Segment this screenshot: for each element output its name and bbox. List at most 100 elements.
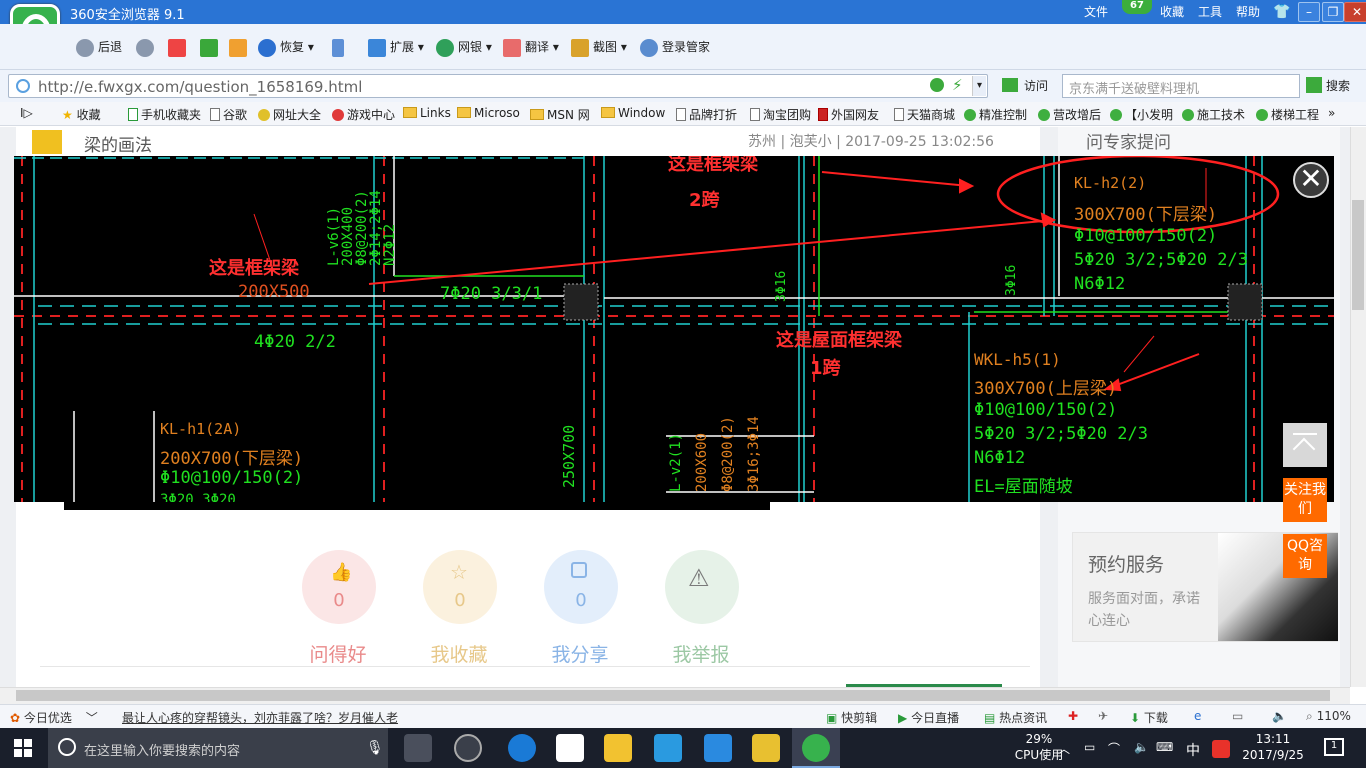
bookmark-tax[interactable]: 营改增后 [1038, 106, 1101, 123]
phone-button[interactable] [332, 36, 348, 58]
battery-icon[interactable]: ▭ [1084, 740, 1095, 754]
notepad-icon[interactable] [752, 734, 780, 762]
qq-consult-button[interactable]: QQ咨询 [1283, 534, 1327, 578]
search-input[interactable]: 京东满千送破壁料理机 [1062, 74, 1300, 98]
minimize-button[interactable]: – [1298, 2, 1320, 22]
browser-360-icon[interactable] [802, 734, 830, 762]
menu-favorites[interactable]: 收藏 [1160, 3, 1184, 20]
home-button[interactable] [229, 36, 251, 58]
notification-icon[interactable]: 1 [1324, 738, 1344, 756]
visit-button[interactable]: 访问 [1002, 77, 1048, 94]
news-headline[interactable]: 最让人心疼的穿帮镜头，刘亦菲露了啥？岁月催人老 [122, 709, 398, 726]
lv2-stirrup: Φ8@200(2) [720, 416, 736, 492]
bookmark-microsoft[interactable]: Microso [457, 106, 520, 120]
bookmark-google[interactable]: 谷歌 [210, 106, 247, 123]
extend-button[interactable]: 扩展 ▾ [368, 36, 424, 58]
store-icon[interactable] [556, 734, 584, 762]
security-icon[interactable] [930, 78, 944, 92]
follow-us-button[interactable]: 关注我们 [1283, 478, 1327, 522]
ie-icon[interactable]: e [1194, 709, 1201, 723]
ime-indicator[interactable]: 中 [1186, 740, 1200, 760]
app-icon-g[interactable] [654, 734, 682, 762]
bookmark-discount[interactable]: 品牌打折 [676, 106, 737, 123]
sidebar-toggle-icon[interactable]: I▷ [20, 106, 33, 120]
menu-help[interactable]: 帮助 [1236, 3, 1260, 20]
cad-drawing-image: 这是框架梁 200X500 7Φ20 3/3/1 4Φ20 2/2 这是框架梁 … [14, 156, 1334, 502]
page-icon [750, 108, 760, 121]
close-image-button[interactable]: ✕ [1293, 162, 1329, 198]
bookmark-taobao[interactable]: 淘宝团购 [750, 106, 811, 123]
share-label: 我分享 [551, 644, 609, 666]
bookmark-sites[interactable]: 网址大全 [258, 106, 321, 123]
quick-cut-button[interactable]: ▣ 快剪辑 [826, 709, 877, 726]
bookmark-invention[interactable]: 【小发明 [1110, 106, 1173, 123]
bookmark-msn[interactable]: MSN 网 [530, 106, 590, 123]
app-icon-2[interactable] [454, 734, 482, 762]
service-title: 预约服务 [1088, 554, 1165, 576]
window-icon[interactable]: ▭ [1232, 709, 1243, 723]
restore-button[interactable]: 恢复 ▾ [258, 36, 314, 58]
login-manager-button[interactable]: 登录管家 [640, 36, 710, 58]
bank-button[interactable]: 网银 ▾ [436, 36, 492, 58]
tray-expand-icon[interactable]: ︿ [1058, 740, 1070, 757]
vertical-scroll-thumb[interactable] [1352, 200, 1364, 310]
bookmark-construction[interactable]: 施工技术 [1182, 106, 1245, 123]
refresh-button[interactable] [200, 36, 222, 58]
stop-button[interactable] [168, 36, 190, 58]
bookmark-tmall[interactable]: 天猫商城 [894, 106, 955, 123]
more-bookmarks-icon[interactable]: » [1328, 106, 1335, 120]
hot-news-button[interactable]: ▤ 热点资讯 [984, 709, 1047, 726]
app-icon-1[interactable] [404, 734, 432, 762]
explorer-icon[interactable] [604, 734, 632, 762]
add-icon[interactable]: ✚ [1068, 709, 1078, 723]
today-picks[interactable]: ✿ 今日优选 ﹀ [10, 709, 98, 726]
bookmark-control[interactable]: 精准控制 [964, 106, 1027, 123]
skin-icon[interactable]: 👕 [1273, 4, 1291, 20]
category-icon [32, 130, 62, 154]
close-window-button[interactable]: ✕ [1344, 2, 1366, 22]
edge-icon[interactable] [508, 734, 536, 762]
speed-icon[interactable]: ⚡ [952, 76, 963, 94]
bookmark-stairs[interactable]: 楼梯工程 [1256, 106, 1319, 123]
clock[interactable]: 13:11 2017/9/25 [1238, 731, 1308, 763]
translate-button[interactable]: 翻译 ▾ [503, 36, 559, 58]
game-icon [332, 109, 344, 121]
page-icon [676, 108, 686, 121]
top-bar-icon [1293, 433, 1317, 435]
url-text[interactable]: http://e.fwxgx.com/question_1658169.html [38, 78, 362, 96]
volume-icon[interactable]: 🔈 [1272, 709, 1287, 723]
live-button[interactable]: ▶ 今日直播 [898, 709, 959, 726]
url-dropdown-icon[interactable]: ▾ [972, 76, 986, 96]
pin-icon[interactable]: ✈ [1098, 709, 1108, 723]
bookmark-favorites[interactable]: ★ 收藏 [62, 106, 101, 123]
wifi-icon[interactable]: ⌒ [1108, 740, 1120, 757]
back-button[interactable]: 后退 [76, 36, 122, 58]
search-button[interactable]: 搜索 [1306, 77, 1350, 94]
score-badge[interactable]: 67 [1122, 0, 1152, 14]
speaker-icon[interactable]: 🔈 [1134, 740, 1149, 754]
ask-expert-link[interactable]: 问专家提问 [1086, 128, 1171, 153]
zoom-control[interactable]: ⌕ 110% [1306, 709, 1351, 724]
annotation-frame-beam-top: 这是框架梁 [668, 156, 758, 175]
menu-tools[interactable]: 工具 [1198, 3, 1222, 20]
maximize-button[interactable]: ❐ [1322, 2, 1344, 22]
keyboard-icon[interactable]: ⌨ [1156, 740, 1173, 754]
wechat-icon [1182, 109, 1194, 121]
horizontal-scroll-thumb[interactable] [16, 690, 1330, 701]
sogou-ime-icon[interactable] [1212, 740, 1230, 758]
screenshot-button[interactable]: 截图 ▾ [571, 36, 627, 58]
windows-start-icon[interactable] [14, 739, 32, 757]
bookmark-windows[interactable]: Window [601, 106, 665, 120]
microphone-icon[interactable]: 🎙 [366, 740, 384, 756]
bookmark-links[interactable]: Links [403, 106, 451, 120]
app-icon-plus[interactable] [704, 734, 732, 762]
bookmark-foreign[interactable]: 外国网友 [818, 106, 879, 123]
back-to-top-button[interactable] [1283, 423, 1327, 467]
chevron-up-icon [1292, 437, 1316, 461]
bookmark-games[interactable]: 游戏中心 [332, 106, 395, 123]
forward-button[interactable] [136, 36, 158, 58]
kl-h1-stirrup: Φ10@100/150(2) [160, 468, 304, 488]
download-button[interactable]: ⬇ 下载 [1130, 709, 1168, 726]
menu-file[interactable]: 文件 [1084, 3, 1108, 20]
bookmark-mobile[interactable]: 手机收藏夹 [128, 106, 201, 123]
